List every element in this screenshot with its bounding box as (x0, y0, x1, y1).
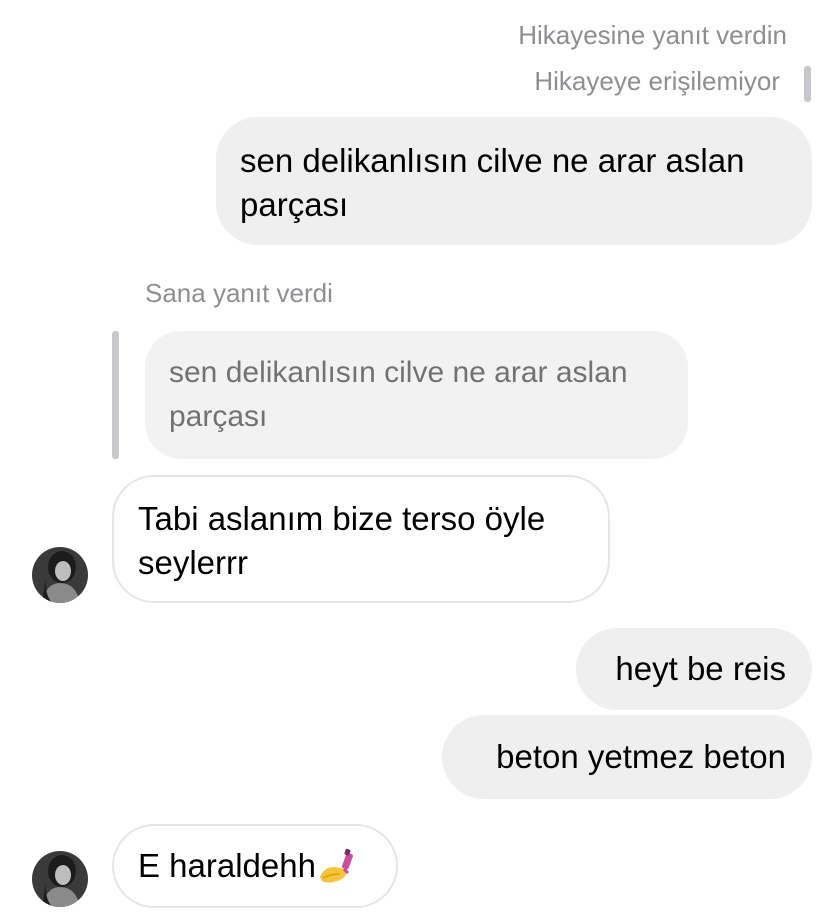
reply-quote-bar (112, 331, 119, 459)
quoted-line: parçası (169, 400, 268, 433)
message-text: beton yetmez beton (496, 738, 786, 775)
incoming-message-bubble[interactable]: E haraldehh (112, 824, 398, 908)
outgoing-message-bubble[interactable]: beton yetmez beton (442, 715, 812, 799)
story-quote-bar (804, 66, 811, 102)
nail-polish-emoji-icon (318, 847, 356, 896)
avatar-photo-icon (32, 547, 88, 603)
outgoing-message-bubble[interactable]: sen delikanlısın cilve ne arar aslan par… (216, 117, 812, 245)
story-unavailable-label: Hikayeye erişilemiyor (534, 66, 780, 96)
incoming-message-bubble[interactable]: Tabi aslanım bize terso öyle seylerrr (112, 475, 610, 603)
avatar[interactable] (32, 851, 88, 907)
message-text: E haraldehh (138, 847, 316, 884)
outgoing-message-bubble[interactable]: heyt be reis (576, 628, 812, 710)
message-line: sen delikanlısın cilve ne arar aslan (240, 142, 745, 179)
avatar[interactable] (32, 547, 88, 603)
avatar-photo-icon (32, 851, 88, 907)
message-line: Tabi aslanım bize terso öyle (138, 500, 546, 537)
message-line: parçası (240, 186, 349, 223)
quoted-message-bubble[interactable]: sen delikanlısın cilve ne arar aslan par… (145, 331, 688, 459)
quoted-line: sen delikanlısın cilve ne arar aslan (169, 356, 628, 389)
message-line: seylerrr (138, 544, 249, 581)
reply-label: Sana yanıt verdi (145, 278, 333, 308)
message-text: heyt be reis (615, 650, 786, 687)
story-replied-label: Hikayesine yanıt verdin (518, 20, 787, 50)
